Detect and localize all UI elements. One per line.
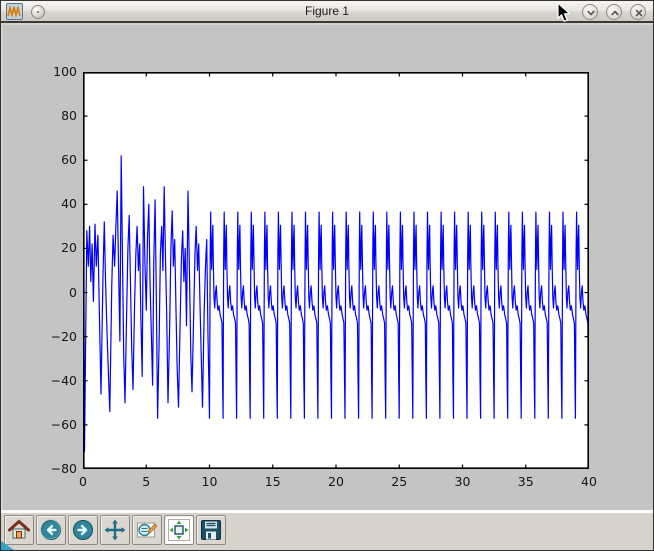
pan-button[interactable] [100, 515, 130, 545]
mouse-cursor-icon [557, 2, 573, 24]
tick-label: −20 [37, 329, 77, 344]
subplots-button[interactable] [164, 515, 194, 545]
plot-axes[interactable] [83, 72, 589, 469]
save-floppy-icon [199, 518, 223, 542]
tick-label: 30 [441, 474, 485, 489]
pan-arrows-icon [103, 518, 127, 542]
tick-label: 15 [251, 474, 295, 489]
chevron-up-icon [609, 7, 621, 19]
chevron-down-icon [585, 7, 597, 19]
figure-canvas[interactable]: 100806040200−20−40−60−800510152025303540 [3, 25, 653, 510]
titlebar[interactable]: Figure 1 [1, 1, 653, 23]
tick-label: 40 [567, 474, 611, 489]
tick-label: 100 [37, 64, 77, 79]
tick-label: −60 [37, 417, 77, 432]
forward-icon [71, 518, 95, 542]
figure-window: Figure 1 100806040200−20−40−60−800510152… [0, 0, 654, 551]
tick-label: 80 [37, 108, 77, 123]
tick-label: 5 [124, 474, 168, 489]
close-x-icon [633, 7, 645, 19]
zoom-button[interactable] [132, 515, 162, 545]
back-button[interactable] [36, 515, 66, 545]
tick-label: 25 [377, 474, 421, 489]
forward-button[interactable] [68, 515, 98, 545]
navigation-toolbar [1, 513, 654, 550]
tick-label: 40 [37, 196, 77, 211]
tick-label: 60 [37, 152, 77, 167]
configure-subplots-icon [167, 518, 191, 542]
home-icon [7, 518, 31, 542]
tick-label: 35 [504, 474, 548, 489]
home-button[interactable] [4, 515, 34, 545]
close-button[interactable] [630, 4, 646, 20]
tick-label: 0 [61, 474, 105, 489]
shade-button[interactable] [582, 4, 598, 20]
tick-label: 20 [37, 240, 77, 255]
window-title: Figure 1 [1, 1, 653, 21]
tick-label: 10 [188, 474, 232, 489]
tick-label: −40 [37, 373, 77, 388]
maximize-button[interactable] [606, 4, 622, 20]
tick-label: 20 [314, 474, 358, 489]
save-button[interactable] [196, 515, 226, 545]
line-plot [83, 72, 589, 469]
zoom-to-rect-icon [135, 518, 159, 542]
back-icon [39, 518, 63, 542]
tick-label: 0 [37, 285, 77, 300]
